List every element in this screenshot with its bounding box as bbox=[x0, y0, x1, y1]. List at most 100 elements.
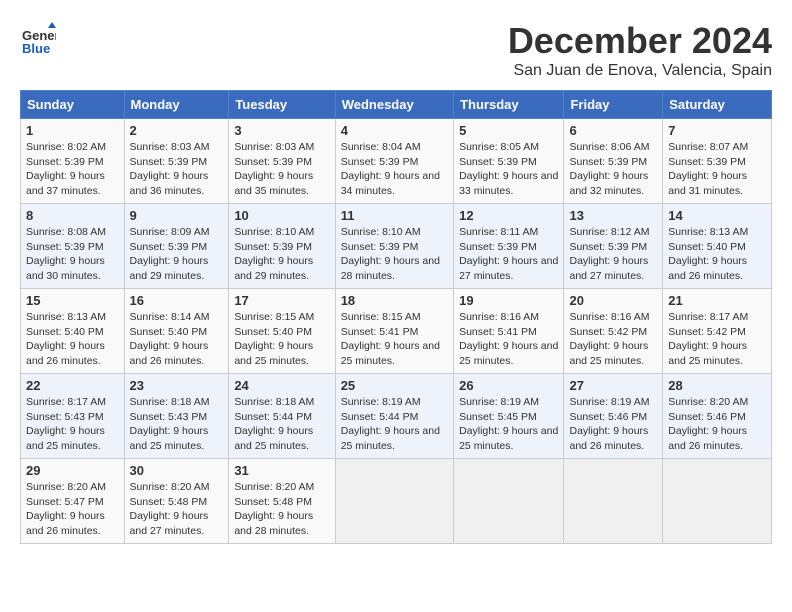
weekday-header-thursday: Thursday bbox=[454, 91, 564, 119]
day-number: 1 bbox=[26, 123, 119, 138]
day-cell: 1 Sunrise: 8:02 AMSunset: 5:39 PMDaylight… bbox=[21, 119, 125, 204]
day-number: 4 bbox=[341, 123, 448, 138]
week-row-3: 15Sunrise: 8:13 AMSunset: 5:40 PMDayligh… bbox=[21, 289, 772, 374]
day-number: 29 bbox=[26, 463, 119, 478]
day-info: Sunrise: 8:18 AMSunset: 5:44 PMDaylight:… bbox=[234, 396, 314, 452]
day-number: 28 bbox=[668, 378, 766, 393]
day-number: 21 bbox=[668, 293, 766, 308]
day-info: Sunrise: 8:19 AMSunset: 5:46 PMDaylight:… bbox=[569, 396, 649, 452]
day-number: 17 bbox=[234, 293, 329, 308]
logo: General Blue bbox=[20, 20, 56, 56]
day-number: 11 bbox=[341, 208, 448, 223]
day-cell: 28 Sunrise: 8:20 AMSunset: 5:46 PMDayligh… bbox=[663, 374, 772, 459]
day-number: 9 bbox=[130, 208, 224, 223]
day-info: Sunrise: 8:17 AMSunset: 5:42 PMDaylight:… bbox=[668, 311, 748, 367]
day-cell: 14 Sunrise: 8:13 AMSunset: 5:40 PMDayligh… bbox=[663, 204, 772, 289]
day-cell: 5 Sunrise: 8:05 AMSunset: 5:39 PMDaylight… bbox=[454, 119, 564, 204]
title-section: December 2024 San Juan de Enova, Valenci… bbox=[508, 20, 772, 80]
day-cell: 20Sunrise: 8:16 AMSunset: 5:42 PMDayligh… bbox=[564, 289, 663, 374]
day-number: 22 bbox=[26, 378, 119, 393]
day-cell: 11Sunrise: 8:10 AMSunset: 5:39 PMDayligh… bbox=[335, 204, 453, 289]
day-info: Sunrise: 8:20 AMSunset: 5:48 PMDaylight:… bbox=[234, 481, 314, 537]
logo-icon: General Blue bbox=[20, 20, 56, 56]
day-info: Sunrise: 8:20 AMSunset: 5:47 PMDaylight:… bbox=[26, 481, 106, 537]
day-info: Sunrise: 8:04 AMSunset: 5:39 PMDaylight:… bbox=[341, 141, 440, 197]
day-info: Sunrise: 8:13 AMSunset: 5:40 PMDaylight:… bbox=[668, 226, 748, 282]
day-cell: 24 Sunrise: 8:18 AMSunset: 5:44 PMDayligh… bbox=[229, 374, 335, 459]
day-info: Sunrise: 8:19 AMSunset: 5:44 PMDaylight:… bbox=[341, 396, 440, 452]
day-info: Sunrise: 8:05 AMSunset: 5:39 PMDaylight:… bbox=[459, 141, 558, 197]
week-row-5: 29 Sunrise: 8:20 AMSunset: 5:47 PMDayligh… bbox=[21, 459, 772, 544]
day-cell: 26 Sunrise: 8:19 AMSunset: 5:45 PMDayligh… bbox=[454, 374, 564, 459]
day-cell: 16Sunrise: 8:14 AMSunset: 5:40 PMDayligh… bbox=[124, 289, 229, 374]
day-info: Sunrise: 8:20 AMSunset: 5:48 PMDaylight:… bbox=[130, 481, 210, 537]
day-number: 3 bbox=[234, 123, 329, 138]
svg-text:Blue: Blue bbox=[22, 41, 50, 56]
day-info: Sunrise: 8:16 AMSunset: 5:42 PMDaylight:… bbox=[569, 311, 649, 367]
day-info: Sunrise: 8:19 AMSunset: 5:45 PMDaylight:… bbox=[459, 396, 558, 452]
day-info: Sunrise: 8:15 AMSunset: 5:40 PMDaylight:… bbox=[234, 311, 314, 367]
day-number: 10 bbox=[234, 208, 329, 223]
day-info: Sunrise: 8:17 AMSunset: 5:43 PMDaylight:… bbox=[26, 396, 106, 452]
day-number: 14 bbox=[668, 208, 766, 223]
day-number: 31 bbox=[234, 463, 329, 478]
day-info: Sunrise: 8:11 AMSunset: 5:39 PMDaylight:… bbox=[459, 226, 558, 282]
day-number: 26 bbox=[459, 378, 558, 393]
day-cell bbox=[564, 459, 663, 544]
day-info: Sunrise: 8:03 AMSunset: 5:39 PMDaylight:… bbox=[234, 141, 314, 197]
day-cell: 6 Sunrise: 8:06 AMSunset: 5:39 PMDaylight… bbox=[564, 119, 663, 204]
day-cell: 22 Sunrise: 8:17 AMSunset: 5:43 PMDayligh… bbox=[21, 374, 125, 459]
day-number: 2 bbox=[130, 123, 224, 138]
day-number: 6 bbox=[569, 123, 657, 138]
location-title: San Juan de Enova, Valencia, Spain bbox=[508, 62, 772, 80]
weekday-header-wednesday: Wednesday bbox=[335, 91, 453, 119]
day-cell: 31 Sunrise: 8:20 AMSunset: 5:48 PMDayligh… bbox=[229, 459, 335, 544]
day-number: 5 bbox=[459, 123, 558, 138]
day-info: Sunrise: 8:07 AMSunset: 5:39 PMDaylight:… bbox=[668, 141, 748, 197]
week-row-4: 22 Sunrise: 8:17 AMSunset: 5:43 PMDayligh… bbox=[21, 374, 772, 459]
day-cell: 30 Sunrise: 8:20 AMSunset: 5:48 PMDayligh… bbox=[124, 459, 229, 544]
weekday-header-row: SundayMondayTuesdayWednesdayThursdayFrid… bbox=[21, 91, 772, 119]
day-cell: 29 Sunrise: 8:20 AMSunset: 5:47 PMDayligh… bbox=[21, 459, 125, 544]
week-row-2: 8 Sunrise: 8:08 AMSunset: 5:39 PMDaylight… bbox=[21, 204, 772, 289]
day-number: 30 bbox=[130, 463, 224, 478]
day-info: Sunrise: 8:06 AMSunset: 5:39 PMDaylight:… bbox=[569, 141, 649, 197]
day-cell: 21 Sunrise: 8:17 AMSunset: 5:42 PMDayligh… bbox=[663, 289, 772, 374]
day-number: 24 bbox=[234, 378, 329, 393]
day-number: 18 bbox=[341, 293, 448, 308]
day-cell: 23 Sunrise: 8:18 AMSunset: 5:43 PMDayligh… bbox=[124, 374, 229, 459]
weekday-header-friday: Friday bbox=[564, 91, 663, 119]
day-cell: 7 Sunrise: 8:07 AMSunset: 5:39 PMDaylight… bbox=[663, 119, 772, 204]
weekday-header-tuesday: Tuesday bbox=[229, 91, 335, 119]
day-number: 19 bbox=[459, 293, 558, 308]
day-number: 7 bbox=[668, 123, 766, 138]
day-info: Sunrise: 8:03 AMSunset: 5:39 PMDaylight:… bbox=[130, 141, 210, 197]
header: General Blue December 2024 San Juan de E… bbox=[20, 20, 772, 80]
day-cell: 8 Sunrise: 8:08 AMSunset: 5:39 PMDaylight… bbox=[21, 204, 125, 289]
day-cell: 3 Sunrise: 8:03 AMSunset: 5:39 PMDaylight… bbox=[229, 119, 335, 204]
calendar-table: SundayMondayTuesdayWednesdayThursdayFrid… bbox=[20, 90, 772, 544]
day-info: Sunrise: 8:14 AMSunset: 5:40 PMDaylight:… bbox=[130, 311, 210, 367]
day-info: Sunrise: 8:15 AMSunset: 5:41 PMDaylight:… bbox=[341, 311, 440, 367]
day-number: 23 bbox=[130, 378, 224, 393]
weekday-header-sunday: Sunday bbox=[21, 91, 125, 119]
day-info: Sunrise: 8:02 AMSunset: 5:39 PMDaylight:… bbox=[26, 141, 106, 197]
day-info: Sunrise: 8:12 AMSunset: 5:39 PMDaylight:… bbox=[569, 226, 649, 282]
day-number: 8 bbox=[26, 208, 119, 223]
day-info: Sunrise: 8:08 AMSunset: 5:39 PMDaylight:… bbox=[26, 226, 106, 282]
day-cell: 12 Sunrise: 8:11 AMSunset: 5:39 PMDayligh… bbox=[454, 204, 564, 289]
day-info: Sunrise: 8:10 AMSunset: 5:39 PMDaylight:… bbox=[234, 226, 314, 282]
day-cell: 13Sunrise: 8:12 AMSunset: 5:39 PMDayligh… bbox=[564, 204, 663, 289]
day-info: Sunrise: 8:18 AMSunset: 5:43 PMDaylight:… bbox=[130, 396, 210, 452]
month-title: December 2024 bbox=[508, 20, 772, 62]
day-cell: 25Sunrise: 8:19 AMSunset: 5:44 PMDayligh… bbox=[335, 374, 453, 459]
day-cell bbox=[335, 459, 453, 544]
day-number: 15 bbox=[26, 293, 119, 308]
day-info: Sunrise: 8:20 AMSunset: 5:46 PMDaylight:… bbox=[668, 396, 748, 452]
weekday-header-saturday: Saturday bbox=[663, 91, 772, 119]
day-cell: 17 Sunrise: 8:15 AMSunset: 5:40 PMDayligh… bbox=[229, 289, 335, 374]
day-number: 12 bbox=[459, 208, 558, 223]
day-cell: 27Sunrise: 8:19 AMSunset: 5:46 PMDayligh… bbox=[564, 374, 663, 459]
day-cell: 4 Sunrise: 8:04 AMSunset: 5:39 PMDaylight… bbox=[335, 119, 453, 204]
day-cell: 15Sunrise: 8:13 AMSunset: 5:40 PMDayligh… bbox=[21, 289, 125, 374]
